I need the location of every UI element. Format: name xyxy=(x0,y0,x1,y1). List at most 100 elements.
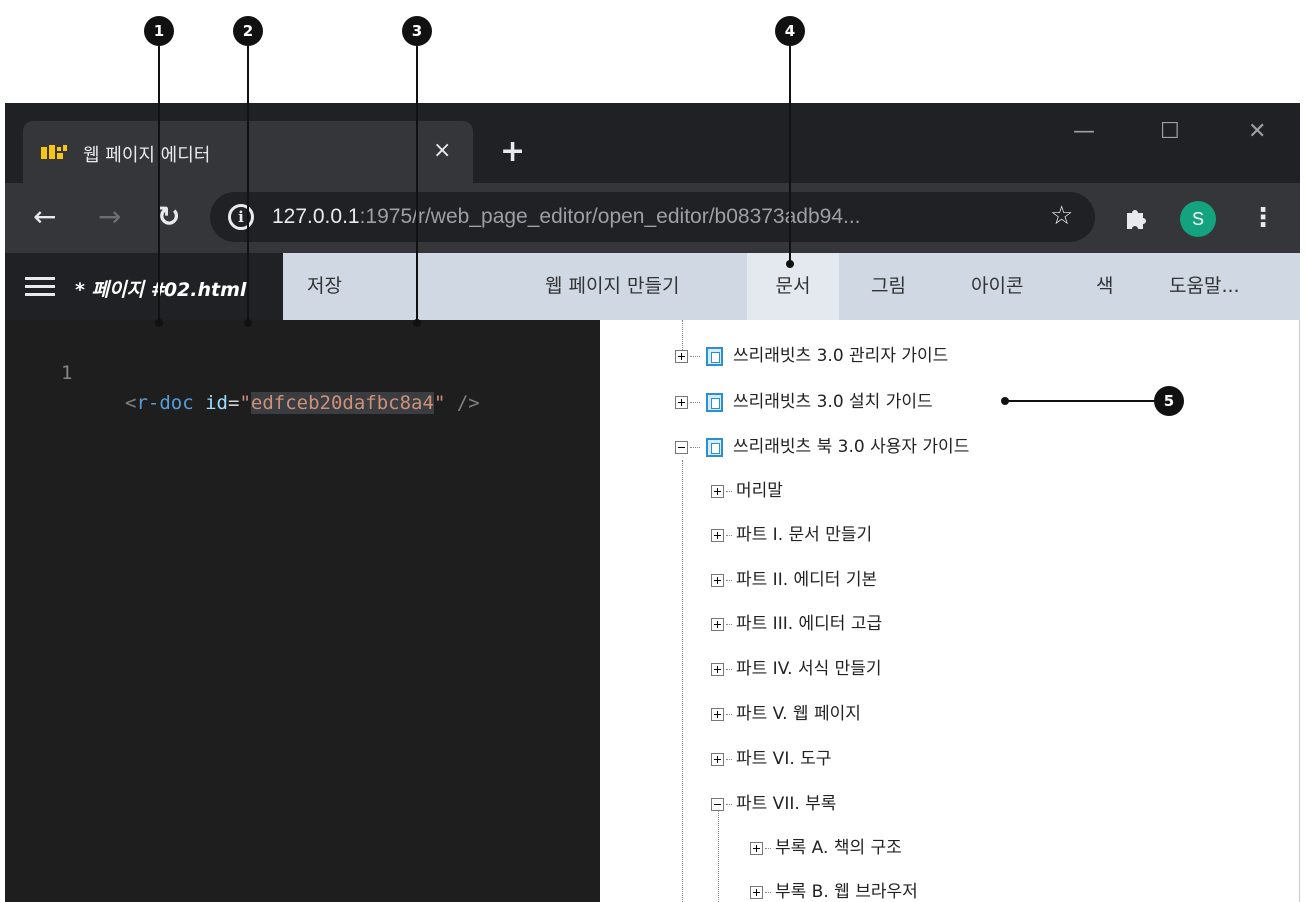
url-text: 127.0.0.1:1975/r/web_page_editor/open_ed… xyxy=(272,203,861,231)
tree-item-label: 파트 I. 문서 만들기 xyxy=(736,525,873,545)
collapse-icon[interactable] xyxy=(711,797,724,811)
tree-item-label: 파트 IV. 서식 만들기 xyxy=(736,659,882,679)
menu-make-web-page[interactable]: 웹 페이지 만들기 xyxy=(527,253,697,320)
tag-name: r-doc xyxy=(136,392,194,414)
book-icon xyxy=(706,437,723,457)
callout-dot-1 xyxy=(155,319,163,327)
callout-dot-3 xyxy=(413,319,421,327)
tab-close-icon[interactable]: × xyxy=(433,139,451,163)
callout-dot-2 xyxy=(244,319,252,327)
profile-avatar[interactable]: S xyxy=(1180,201,1216,237)
tree-item-label: 파트 VII. 부록 xyxy=(736,794,837,814)
menu-save[interactable]: 저장 xyxy=(289,253,360,320)
callout-badge-2: 2 xyxy=(233,16,263,46)
tree-item-label: 부록 B. 웹 브라우저 xyxy=(775,882,918,902)
expand-icon[interactable] xyxy=(711,573,724,587)
callout-badge-3: 3 xyxy=(402,16,432,46)
tree-item-label: 파트 II. 에디터 기본 xyxy=(736,570,878,590)
expand-icon[interactable] xyxy=(750,841,763,855)
book-icon xyxy=(706,392,723,412)
close-window-button[interactable]: ✕ xyxy=(1248,121,1266,143)
bookmark-star-icon[interactable]: ☆ xyxy=(1050,201,1073,231)
tree-item-label: 쓰리래빗츠 3.0 설치 가이드 xyxy=(733,392,933,412)
callout-dot-5 xyxy=(1001,397,1009,405)
callout-badge-1: 1 xyxy=(144,16,174,46)
tree-item-appendix-b[interactable]: 부록 B. 웹 브라우저 xyxy=(750,877,918,902)
tree-item-user-guide[interactable]: 쓰리래빗츠 북 3.0 사용자 가이드 xyxy=(675,432,969,462)
minimize-button[interactable]: — xyxy=(1073,121,1095,143)
expand-icon[interactable] xyxy=(711,617,724,631)
callout-badge-4: 4 xyxy=(775,16,805,46)
tag-open-bracket: < xyxy=(125,392,137,414)
tag-self-close: /> xyxy=(445,392,480,414)
collapse-icon[interactable] xyxy=(675,440,688,454)
callout-line-1 xyxy=(158,46,160,324)
tree-item-part-2[interactable]: 파트 II. 에디터 기본 xyxy=(711,565,877,595)
tab-title: 웹 페이지 에디터 xyxy=(83,145,211,166)
expand-icon[interactable] xyxy=(675,349,688,363)
callout-line-5 xyxy=(1005,400,1155,402)
tree-item-label: 파트 V. 웹 페이지 xyxy=(736,704,861,724)
extensions-puzzle-icon[interactable] xyxy=(1123,205,1149,231)
menu-color[interactable]: 색 xyxy=(1078,253,1131,320)
attribute-equals: = xyxy=(228,392,240,414)
tree-item-part-1[interactable]: 파트 I. 문서 만들기 xyxy=(711,520,872,550)
reload-button[interactable]: ↻ xyxy=(157,200,180,234)
document-title: * 페이지 #02.html xyxy=(75,279,247,301)
callout-dot-4 xyxy=(786,260,794,268)
tree-item-install-guide[interactable]: 쓰리래빗츠 3.0 설치 가이드 xyxy=(675,387,933,417)
tree-item-part-3[interactable]: 파트 III. 에디터 고급 xyxy=(711,609,882,639)
back-button[interactable]: ← xyxy=(33,200,56,234)
tree-item-label: 머리말 xyxy=(736,481,783,501)
code-editor[interactable]: 1 <r-doc id="edfceb20dafbc8a4" /> xyxy=(5,320,600,902)
tree-item-label: 쓰리래빗츠 북 3.0 사용자 가이드 xyxy=(733,437,970,457)
browser-menu-icon[interactable]: ⋮ xyxy=(1250,201,1276,235)
browser-window: 웹 페이지 에디터 × + — ☐ ✕ ← → ↻ i 127.0.0.1:19… xyxy=(5,103,1300,902)
expand-icon[interactable] xyxy=(711,662,724,676)
document-tree: 쓰리래빗츠 3.0 관리자 가이드 쓰리래빗츠 3.0 설치 가이드 쓰리래빗츠… xyxy=(600,320,1300,902)
tree-item-part-7[interactable]: 파트 VII. 부록 xyxy=(711,789,836,819)
callout-line-3 xyxy=(416,46,418,324)
forward-button[interactable]: → xyxy=(98,200,121,234)
attribute-open-quote: " xyxy=(239,392,251,414)
browser-toolbar: ← → ↻ i 127.0.0.1:1975/r/web_page_editor… xyxy=(5,183,1300,253)
tree-item-appendix-a[interactable]: 부록 A. 책의 구조 xyxy=(750,833,902,863)
tab-strip: 웹 페이지 에디터 × + — ☐ ✕ xyxy=(5,103,1300,183)
url-path: :1975/r/web_page_editor/open_editor/b083… xyxy=(359,205,861,228)
tree-item-label: 부록 A. 책의 구조 xyxy=(775,838,902,858)
expand-icon[interactable] xyxy=(711,484,724,498)
expand-icon[interactable] xyxy=(711,707,724,721)
expand-icon[interactable] xyxy=(675,395,688,409)
expand-icon[interactable] xyxy=(711,752,724,766)
tree-item-part-6[interactable]: 파트 VI. 도구 xyxy=(711,744,831,774)
tree-item-part-5[interactable]: 파트 V. 웹 페이지 xyxy=(711,699,861,729)
menu-image[interactable]: 그림 xyxy=(853,253,924,320)
line-number: 1 xyxy=(61,362,73,384)
site-info-icon[interactable]: i xyxy=(228,204,254,230)
callout-line-2 xyxy=(247,46,249,324)
maximize-button[interactable]: ☐ xyxy=(1160,121,1180,143)
address-bar[interactable]: i 127.0.0.1:1975/r/web_page_editor/open_… xyxy=(210,192,1095,242)
callout-line-4 xyxy=(789,46,791,264)
book-icon xyxy=(706,346,723,366)
tree-item-admin-guide[interactable]: 쓰리래빗츠 3.0 관리자 가이드 xyxy=(675,341,948,371)
code-line: 1 <r-doc id="edfceb20dafbc8a4" /> xyxy=(5,328,480,414)
hamburger-menu-icon[interactable] xyxy=(25,277,55,299)
attribute-close-quote: " xyxy=(433,392,446,414)
code-content: <r-doc id="edfceb20dafbc8a4" /> xyxy=(125,388,480,418)
tree-item-part-4[interactable]: 파트 IV. 서식 만들기 xyxy=(711,654,882,684)
tree-guide-line xyxy=(682,460,683,902)
attribute-value: edfceb20dafbc8a4 xyxy=(250,392,434,414)
doc-title-area: * 페이지 #02.html xyxy=(5,253,283,320)
new-tab-button[interactable]: + xyxy=(500,137,525,167)
expand-icon[interactable] xyxy=(750,885,763,899)
tree-item-label: 파트 VI. 도구 xyxy=(736,749,832,769)
tree-item-preface[interactable]: 머리말 xyxy=(711,476,783,506)
editor-header: * 페이지 #02.html 저장 웹 페이지 만들기 문서 그림 아이콘 색 … xyxy=(5,253,1300,320)
tree-item-label: 파트 III. 에디터 고급 xyxy=(736,614,883,634)
app-favicon-icon xyxy=(41,145,67,159)
menu-help[interactable]: 도움말... xyxy=(1151,253,1258,320)
menu-icon[interactable]: 아이콘 xyxy=(953,253,1041,320)
callout-badge-5: 5 xyxy=(1154,386,1184,416)
expand-icon[interactable] xyxy=(711,528,724,542)
